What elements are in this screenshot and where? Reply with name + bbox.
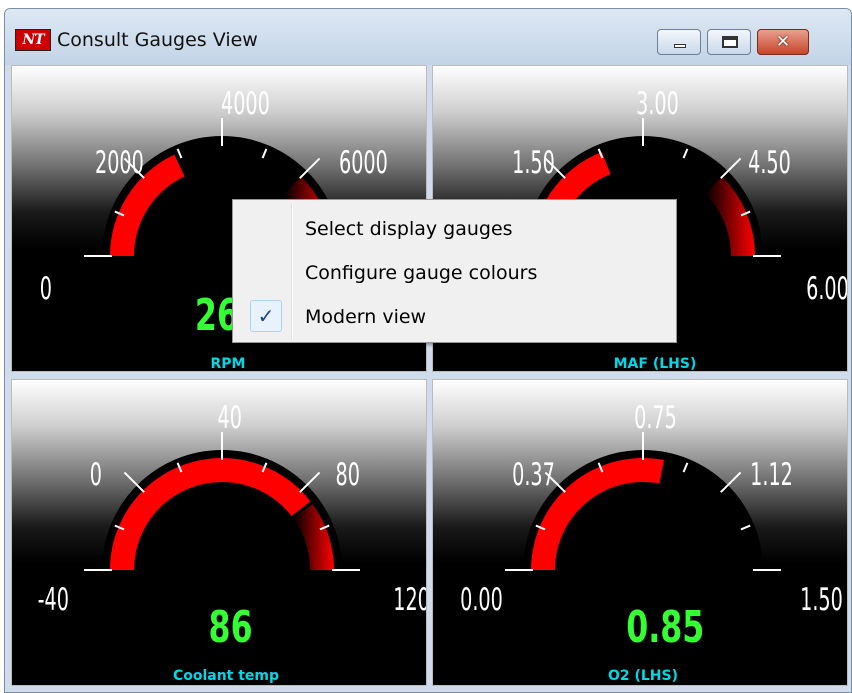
maf-tick-label: 1.50 (512, 145, 555, 181)
title-bar[interactable]: NT Consult Gauges View ✕ (5, 9, 851, 65)
maf-tick-label: 3.00 (636, 86, 679, 122)
rpm-label: RPM (211, 356, 246, 372)
minimize-icon (674, 44, 686, 48)
checkmark-icon: ✓ (250, 300, 282, 332)
coolant-gauge-svg: -40 0 40 80 120 86 Coolant temp (38, 400, 427, 684)
app-logo-icon: NT (15, 29, 51, 51)
o2-tick-label: 1.12 (750, 457, 793, 493)
consult-gauges-window: NT Consult Gauges View ✕ 0 2000 4000 600… (4, 8, 852, 693)
coolant-tick-label: -40 (38, 582, 69, 618)
maf-label: MAF (LHS) (614, 356, 697, 372)
rpm-tick-label: 4000 (221, 86, 270, 122)
menu-item-modern-view[interactable]: ✓ Modern view (236, 296, 673, 336)
menu-item-configure-gauge-colours[interactable]: Configure gauge colours (236, 252, 673, 292)
window-title: Consult Gauges View (57, 29, 258, 51)
coolant-tick-label: 0 (90, 457, 102, 493)
coolant-tick-label: 80 (335, 457, 359, 493)
coolant-tick-label: 40 (217, 400, 241, 436)
rpm-tick-label: 6000 (339, 145, 388, 181)
o2-tick-label: 0.37 (512, 457, 555, 493)
maximize-button[interactable] (707, 29, 751, 55)
coolant-label: Coolant temp (173, 668, 279, 684)
o2-gauge-svg: 0.00 0.37 0.75 1.12 1.50 0.85 O2 (LHS) (460, 400, 843, 684)
maximize-icon (722, 36, 738, 48)
o2-tick-label: 0.75 (634, 400, 677, 436)
o2-tick-label: 1.50 (800, 582, 843, 618)
close-icon: ✕ (775, 32, 791, 52)
o2-tick-label: 0.00 (460, 582, 503, 618)
coolant-value: 86 (209, 602, 253, 654)
menu-item-label: Modern view (305, 306, 427, 328)
coolant-tick-label: 120 (393, 582, 427, 618)
minimize-button[interactable] (657, 29, 701, 55)
menu-item-label: Select display gauges (305, 218, 513, 240)
menu-item-select-display-gauges[interactable]: Select display gauges (236, 208, 673, 248)
gauge-panel-coolant[interactable]: -40 0 40 80 120 86 Coolant temp (11, 379, 427, 686)
o2-value: 0.85 (626, 602, 704, 654)
menu-item-label: Configure gauge colours (305, 262, 538, 284)
gauge-panel-o2[interactable]: 0.00 0.37 0.75 1.12 1.50 0.85 O2 (LHS) (432, 379, 848, 686)
close-button[interactable]: ✕ (757, 29, 809, 55)
o2-label: O2 (LHS) (608, 668, 678, 684)
rpm-tick-label: 2000 (95, 145, 144, 181)
context-menu: Select display gauges Configure gauge co… (232, 199, 677, 343)
maf-tick-label: 6.00 (806, 271, 848, 307)
maf-tick-label: 4.50 (748, 145, 791, 181)
rpm-tick-label: 0 (40, 271, 52, 307)
